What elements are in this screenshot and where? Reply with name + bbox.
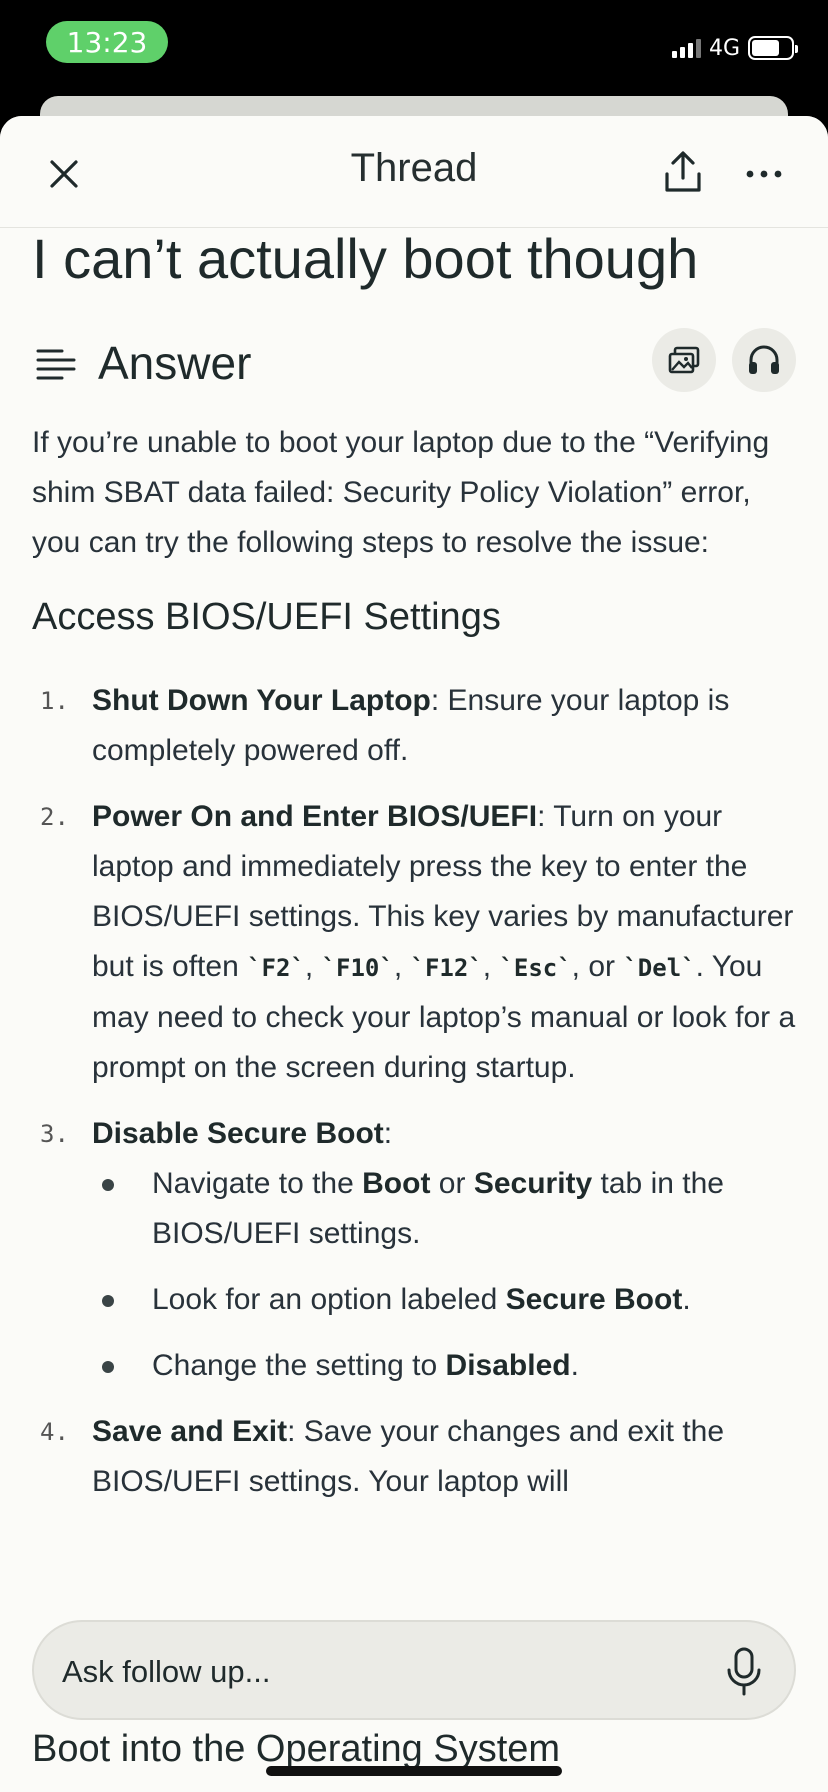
bullet-bold: Disabled [445, 1349, 571, 1382]
list-item: 4. Save and Exit: Save your changes and … [32, 1407, 802, 1507]
more-icon [746, 170, 782, 178]
status-time: 13:23 [46, 21, 168, 63]
separator: , [304, 950, 322, 983]
bullet-text: . [682, 1283, 691, 1316]
bullet-text: Change the setting to [152, 1349, 446, 1382]
step-title: Shut Down Your Laptop [92, 684, 431, 717]
answer-label: Answer [98, 337, 252, 389]
list-item: 1. Shut Down Your Laptop: Ensure your la… [32, 676, 802, 776]
key-code: `Del` [623, 954, 696, 982]
thread-sheet: Thread I can’t actually boot though Answ… [0, 116, 828, 1792]
network-type: 4G [708, 35, 740, 61]
bullet-text: Look for an option labeled [152, 1283, 506, 1316]
key-code: `F12` [410, 954, 483, 982]
step-title: Disable Secure Boot [92, 1117, 384, 1150]
answer-header: Answer [36, 328, 796, 398]
bullet-bold: Secure Boot [505, 1283, 683, 1316]
answer-lines-icon [36, 349, 76, 380]
headphones-icon [749, 345, 779, 374]
step-number: 2. [40, 803, 69, 831]
follow-up-bar [32, 1620, 796, 1720]
list-item: 3. Disable Secure Boot: Navigate to the … [32, 1109, 802, 1391]
key-code: `Esc` [499, 954, 572, 982]
step-number: 4. [40, 1418, 69, 1446]
bullet-item: Look for an option labeled Secure Boot. [92, 1275, 802, 1325]
bullet-item: Navigate to the Boot or Security tab in … [92, 1159, 802, 1259]
step-title: Power On and Enter BIOS/UEFI [92, 800, 538, 833]
question-title: I can’t actually boot though [32, 228, 699, 290]
step-title: Save and Exit [92, 1415, 288, 1448]
voice-input-button[interactable] [724, 1646, 764, 1698]
listen-button[interactable] [732, 328, 796, 392]
step-number: 1. [40, 687, 69, 715]
nav-bar: Thread [0, 116, 828, 228]
follow-up-input[interactable] [62, 1650, 702, 1694]
status-bar: 13:23 4G [0, 0, 828, 100]
bullet-item: Change the setting to Disabled. [92, 1341, 802, 1391]
microphone-icon [727, 1647, 761, 1696]
section-heading: Access BIOS/UEFI Settings [32, 596, 501, 638]
step-text: : [383, 1117, 393, 1150]
bullet-text: . [570, 1349, 579, 1382]
bullet-text: Navigate to the [152, 1167, 363, 1200]
thread-content: I can’t actually boot though Answer If y… [0, 228, 828, 1792]
step-number: 3. [40, 1120, 69, 1148]
bullet-bold: Security [473, 1167, 593, 1200]
bullet-bold: Boot [362, 1167, 431, 1200]
status-indicators: 4G [671, 34, 798, 62]
share-icon [665, 151, 701, 192]
more-options-button[interactable] [740, 150, 788, 198]
next-section-heading: Boot into the Operating System [32, 1728, 561, 1770]
list-item: 2. Power On and Enter BIOS/UEFI: Turn on… [32, 792, 802, 1093]
separator: , [393, 950, 411, 983]
steps-list: 1. Shut Down Your Laptop: Ensure your la… [32, 676, 802, 1523]
home-indicator [266, 1766, 562, 1776]
bullet-text: or [430, 1167, 474, 1200]
separator: , or [571, 950, 624, 983]
image-search-button[interactable] [652, 328, 716, 392]
signal-icon [671, 38, 701, 58]
bullet-list: Navigate to the Boot or Security tab in … [92, 1159, 802, 1391]
share-button[interactable] [658, 142, 708, 202]
key-code: `F10` [321, 954, 394, 982]
separator: , [482, 950, 500, 983]
images-icon [668, 346, 700, 374]
answer-intro: If you’re unable to boot your laptop due… [32, 426, 770, 559]
battery-icon [748, 36, 798, 60]
key-code: `F2` [247, 954, 305, 982]
